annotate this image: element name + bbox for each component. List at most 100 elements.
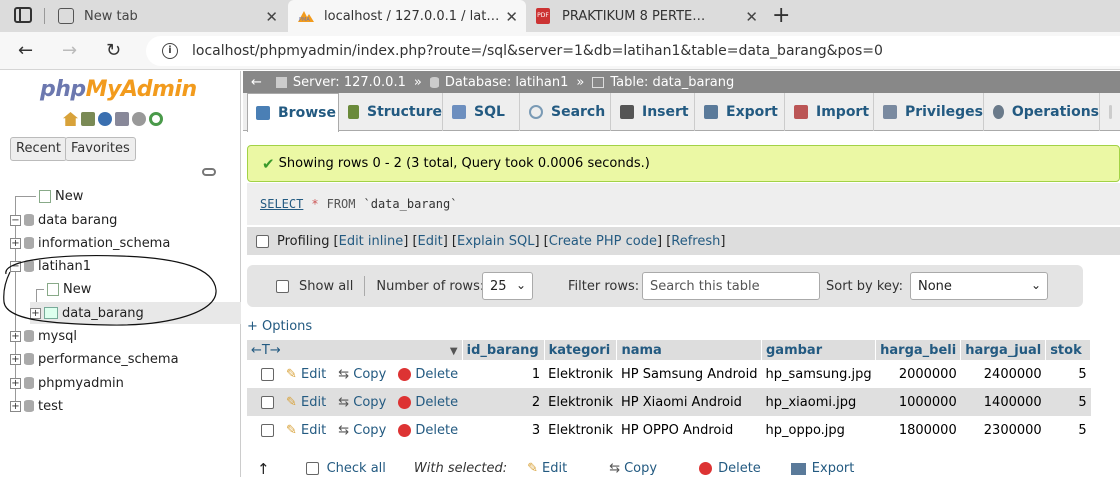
cell-gambar[interactable]: hp_samsung.jpg [761,360,876,388]
back-arrow-icon[interactable]: ← [18,40,33,61]
cell-kategori[interactable]: Elektronik [544,388,617,416]
cell-gambar[interactable]: hp_oppo.jpg [761,416,876,444]
reload-icon[interactable]: ↻ [106,40,121,61]
tree-item-information-schema[interactable]: + information_schema [10,232,170,254]
tree-item-phpmyadmin[interactable]: + phpmyadmin [10,372,124,394]
cell-harga-jual[interactable]: 2400000 [960,360,1046,388]
explain-sql-link[interactable]: Explain SQL [457,234,534,249]
row-checkbox[interactable] [261,395,274,409]
row-edit-button[interactable]: Edit [301,367,326,382]
tree-item-latihan1[interactable]: − latihan1 [10,255,91,277]
cell-id-barang[interactable]: 3 [462,416,545,444]
tab-operations[interactable]: Operations [985,93,1100,131]
expand-icon[interactable]: + [10,400,21,412]
cell-stok[interactable]: 5 [1045,416,1091,444]
help-icon[interactable] [98,112,112,126]
row-copy-button[interactable]: Copy [353,395,386,410]
bulk-delete-button[interactable]: Delete [718,461,761,476]
docs-icon[interactable] [115,112,129,126]
options-link[interactable]: + Options [247,319,312,334]
sql-keyword[interactable]: SELECT [260,197,303,211]
column-arrows-icon[interactable]: ←T→ [251,343,281,358]
expand-icon[interactable]: + [10,377,21,389]
close-tab-icon[interactable]: ✕ [505,8,518,26]
tab-import[interactable]: Import [786,93,874,131]
tab-more[interactable] [1101,93,1120,131]
favorites-button[interactable]: Favorites [65,137,136,161]
cell-nama[interactable]: HP OPPO Android [616,416,762,444]
breadcrumb-database[interactable]: Database: latihan1 [445,75,569,90]
tab-actions-icon[interactable] [14,7,32,23]
tree-item-data-barang-table[interactable]: + data_barang [30,302,241,324]
expand-icon[interactable]: + [10,237,21,249]
close-tab-icon[interactable]: ✕ [745,8,758,26]
sort-triangle-icon[interactable]: ▼ [450,346,458,357]
tree-item-new[interactable]: New [10,185,83,207]
collapse-icon[interactable]: − [10,214,21,226]
phpmyadmin-logo[interactable]: phpMyAdmin [40,77,197,102]
home-icon[interactable] [63,112,78,126]
filter-rows-input[interactable]: Search this table [642,272,820,300]
tree-item-latihan1-new[interactable]: New [36,278,91,300]
cell-nama[interactable]: HP Xiaomi Android [616,388,762,416]
tree-item-data-barang[interactable]: − data barang [10,209,117,231]
row-delete-button[interactable]: Delete [415,395,458,410]
cell-kategori[interactable]: Elektronik [544,360,617,388]
collapse-icon[interactable]: − [10,260,21,272]
sort-by-key-select[interactable]: None ⌄ [910,272,1048,300]
recent-button[interactable]: Recent [10,137,67,161]
tab-sql[interactable]: SQL [444,93,520,131]
url-text[interactable]: localhost/phpmyadmin/index.php?route=/sq… [192,43,883,59]
show-all-checkbox[interactable] [276,279,289,293]
column-header-stok[interactable]: stok [1045,340,1092,360]
browser-tab-praktikum[interactable]: PDF PRAKTIKUM 8 PERTEMUAN KE 9 ✕ [528,0,766,32]
row-copy-button[interactable]: Copy [353,367,386,382]
cell-harga-jual[interactable]: 1400000 [960,388,1046,416]
column-header-id-barang[interactable]: id_barang [462,340,545,360]
cell-nama[interactable]: HP Samsung Android [616,360,762,388]
logout-icon[interactable] [81,112,95,126]
tab-browse[interactable]: Browse [247,93,339,132]
edit-link[interactable]: Edit [418,234,443,249]
tab-export[interactable]: Export [696,93,785,131]
column-header-nama[interactable]: nama [616,340,762,360]
new-tab-button[interactable]: + [772,3,790,28]
bulk-export-button[interactable]: Export [812,461,855,476]
cell-harga-beli[interactable]: 1000000 [875,388,961,416]
close-tab-icon[interactable]: ✕ [265,8,278,26]
edit-inline-link[interactable]: Edit inline [339,234,404,249]
row-copy-button[interactable]: Copy [353,423,386,438]
tree-item-test[interactable]: + test [10,395,63,417]
column-header-harga-beli[interactable]: harga_beli [875,340,962,360]
link-with-main-icon[interactable] [202,168,216,176]
cell-kategori[interactable]: Elektronik [544,416,617,444]
bulk-edit-button[interactable]: Edit [542,461,567,476]
row-edit-button[interactable]: Edit [301,395,326,410]
cell-harga-beli[interactable]: 1800000 [875,416,961,444]
reload-nav-icon[interactable] [149,112,163,126]
row-delete-button[interactable]: Delete [415,367,458,382]
profiling-checkbox[interactable] [256,234,269,248]
row-checkbox[interactable] [261,423,274,437]
cell-stok[interactable]: 5 [1045,360,1091,388]
collapse-arrow-icon[interactable]: ← [251,75,262,90]
expand-icon[interactable]: + [10,330,21,342]
column-header-kategori[interactable]: kategori [544,340,618,360]
tab-structure[interactable]: Structure [340,93,443,131]
expand-icon[interactable]: + [30,307,41,319]
bulk-copy-button[interactable]: Copy [624,461,657,476]
refresh-link[interactable]: Refresh [671,234,720,249]
tab-insert[interactable]: Insert [612,93,695,131]
cell-harga-jual[interactable]: 2300000 [960,416,1046,444]
tree-item-mysql[interactable]: + mysql [10,325,77,347]
tree-item-performance-schema[interactable]: + performance_schema [10,348,179,370]
create-php-code-link[interactable]: Create PHP code [549,234,657,249]
cell-id-barang[interactable]: 1 [462,360,545,388]
expand-icon[interactable]: + [10,353,21,365]
breadcrumb-server[interactable]: Server: 127.0.0.1 [293,75,406,90]
row-checkbox[interactable] [261,367,274,381]
check-all-checkbox[interactable] [305,462,319,475]
column-header-harga-jual[interactable]: harga_jual [960,340,1047,360]
settings-gear-icon[interactable] [132,112,146,126]
column-header-gambar[interactable]: gambar [761,340,877,360]
